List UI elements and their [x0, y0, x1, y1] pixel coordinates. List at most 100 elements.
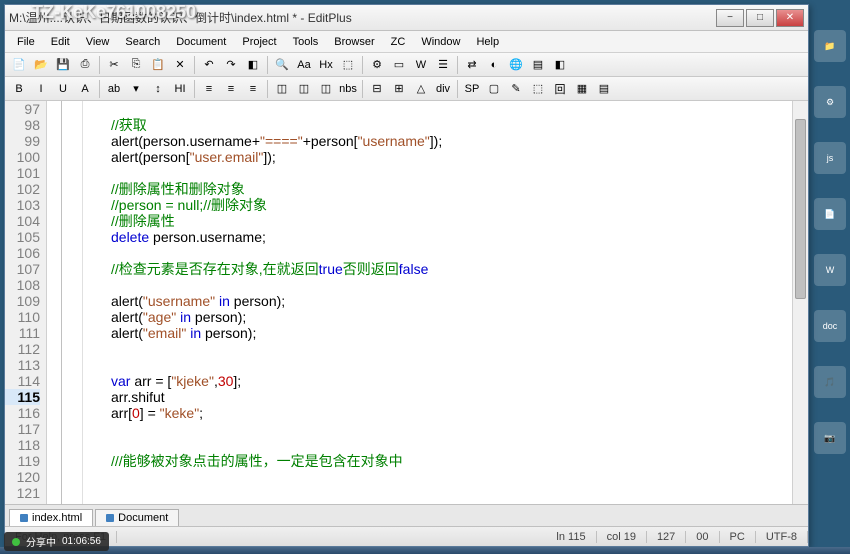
desktop-icon[interactable]: 🎵	[814, 366, 846, 398]
code-line[interactable]: arr.shifut	[111, 389, 792, 405]
code-content[interactable]: //获取alert(person.username+"===="+person[…	[83, 101, 792, 504]
menu-file[interactable]: File	[9, 34, 43, 50]
menu-edit[interactable]: Edit	[43, 34, 78, 50]
code-line[interactable]	[111, 501, 792, 504]
tab-index[interactable]: index.html	[9, 509, 93, 526]
code-line[interactable]: arr[0] = "keke";	[111, 405, 792, 421]
desktop-icon[interactable]: W	[814, 254, 846, 286]
code-line[interactable]: delete person.username;	[111, 229, 792, 245]
toolbar-button[interactable]: ◐	[484, 55, 504, 75]
code-line[interactable]: alert("username" in person);	[111, 293, 792, 309]
toolbar-button[interactable]: Hx	[316, 55, 336, 75]
menu-zc[interactable]: ZC	[383, 34, 414, 50]
tab-document[interactable]: Document	[95, 509, 179, 526]
editor-area[interactable]: 9798991001011021031041051061071081091101…	[5, 101, 808, 504]
code-line[interactable]: alert("email" in person);	[111, 325, 792, 341]
toolbar-button[interactable]: ≡	[221, 79, 241, 99]
code-line[interactable]	[111, 341, 792, 357]
toolbar-button[interactable]: I	[31, 79, 51, 99]
toolbar-button[interactable]: B	[9, 79, 29, 99]
toolbar-button[interactable]: 🔍	[272, 55, 292, 75]
code-line[interactable]: alert("age" in person);	[111, 309, 792, 325]
minimize-button[interactable]: −	[716, 9, 744, 27]
toolbar-button[interactable]: 💾	[53, 55, 73, 75]
toolbar-button[interactable]: 📋	[148, 55, 168, 75]
toolbar-button[interactable]: ▤	[528, 55, 548, 75]
desktop-icon[interactable]: doc	[814, 310, 846, 342]
code-line[interactable]: //person = null;//删除对象	[111, 197, 792, 213]
code-line[interactable]: //删除属性	[111, 213, 792, 229]
code-line[interactable]	[111, 277, 792, 293]
code-line[interactable]: alert(person["user.email"]);	[111, 149, 792, 165]
code-line[interactable]	[111, 469, 792, 485]
toolbar-button[interactable]: HI	[170, 79, 190, 99]
desktop-icon[interactable]: 📄	[814, 198, 846, 230]
toolbar-button[interactable]: ⬚	[528, 79, 548, 99]
toolbar-button[interactable]: ☰	[433, 55, 453, 75]
code-line[interactable]: var arr = ["kjeke",30];	[111, 373, 792, 389]
toolbar-button[interactable]: ⊟	[367, 79, 387, 99]
code-line[interactable]: //获取	[111, 117, 792, 133]
toolbar-button[interactable]: SP	[462, 79, 482, 99]
toolbar-button[interactable]: ▦	[572, 79, 592, 99]
scroll-thumb[interactable]	[795, 119, 806, 299]
code-line[interactable]	[111, 357, 792, 373]
code-line[interactable]: //检查元素是否存在对象,在就返回true否则返回false	[111, 261, 792, 277]
code-line[interactable]	[111, 437, 792, 453]
code-line[interactable]	[111, 101, 792, 117]
toolbar-button[interactable]: ✎	[506, 79, 526, 99]
code-line[interactable]: ///能够被对象点击的属性，一定是包含在对象中	[111, 453, 792, 469]
toolbar-button[interactable]: Aa	[294, 55, 314, 75]
menu-search[interactable]: Search	[117, 34, 168, 50]
code-line[interactable]	[111, 165, 792, 181]
toolbar-button[interactable]: div	[433, 79, 453, 99]
menu-view[interactable]: View	[78, 34, 118, 50]
toolbar-button[interactable]: ✕	[170, 55, 190, 75]
toolbar-button[interactable]: 回	[550, 79, 570, 99]
toolbar-button[interactable]: U	[53, 79, 73, 99]
toolbar-button[interactable]: ◫	[316, 79, 336, 99]
toolbar-button[interactable]: W	[411, 55, 431, 75]
toolbar-button[interactable]: ▤	[594, 79, 614, 99]
toolbar-button[interactable]: ⊞	[389, 79, 409, 99]
toolbar-button[interactable]: ⬚	[338, 55, 358, 75]
desktop-icon[interactable]: ⚙	[814, 86, 846, 118]
toolbar-button[interactable]: ⎘	[126, 55, 146, 75]
desktop-icon[interactable]: js	[814, 142, 846, 174]
menu-tools[interactable]: Tools	[285, 34, 327, 50]
toolbar-button[interactable]: ◫	[294, 79, 314, 99]
toolbar-button[interactable]: △	[411, 79, 431, 99]
code-line[interactable]	[111, 245, 792, 261]
code-line[interactable]	[111, 485, 792, 501]
toolbar-button[interactable]: ab	[104, 79, 124, 99]
toolbar-button[interactable]: ▾	[126, 79, 146, 99]
toolbar-button[interactable]: 🌐	[506, 55, 526, 75]
close-button[interactable]: ✕	[776, 9, 804, 27]
code-line[interactable]: alert(person.username+"===="+person["use…	[111, 133, 792, 149]
menu-help[interactable]: Help	[468, 34, 507, 50]
toolbar-button[interactable]: ≡	[243, 79, 263, 99]
toolbar-button[interactable]: ⇄	[462, 55, 482, 75]
toolbar-button[interactable]: ◫	[272, 79, 292, 99]
toolbar-button[interactable]: ✂	[104, 55, 124, 75]
toolbar-button[interactable]: ≡	[199, 79, 219, 99]
taskbar[interactable]	[0, 547, 850, 554]
toolbar-button[interactable]: ◧	[243, 55, 263, 75]
menu-browser[interactable]: Browser	[326, 34, 382, 50]
menu-document[interactable]: Document	[168, 34, 234, 50]
menu-project[interactable]: Project	[234, 34, 284, 50]
toolbar-button[interactable]: ↕	[148, 79, 168, 99]
toolbar-button[interactable]: ↶	[199, 55, 219, 75]
desktop-icon[interactable]: 📁	[814, 30, 846, 62]
maximize-button[interactable]: □	[746, 9, 774, 27]
toolbar-button[interactable]: ▭	[389, 55, 409, 75]
toolbar-button[interactable]: nbs	[338, 79, 358, 99]
toolbar-button[interactable]: ◧	[550, 55, 570, 75]
toolbar-button[interactable]: ▢	[484, 79, 504, 99]
desktop-icon[interactable]: 📷	[814, 422, 846, 454]
code-line[interactable]	[111, 421, 792, 437]
toolbar-button[interactable]: 📂	[31, 55, 51, 75]
toolbar-button[interactable]: 📄	[9, 55, 29, 75]
toolbar-button[interactable]: ⎙	[75, 55, 95, 75]
code-line[interactable]: //删除属性和删除对象	[111, 181, 792, 197]
